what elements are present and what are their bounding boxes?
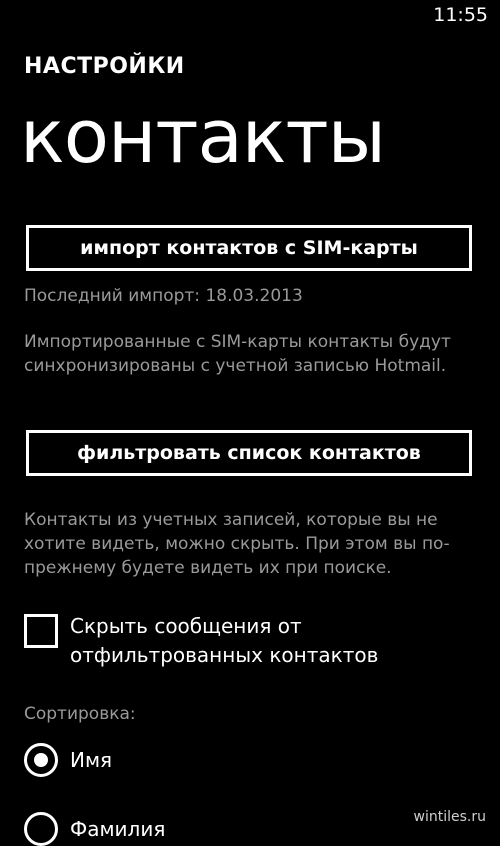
sort-option-first-name[interactable]: Имя [24, 743, 112, 777]
hide-messages-checkbox-row[interactable]: Скрыть сообщения от отфильтрованных конт… [24, 612, 450, 670]
sort-option-first-name-label[interactable]: Имя [70, 748, 112, 772]
sort-option-last-name-label[interactable]: Фамилия [70, 817, 165, 841]
import-sim-contacts-button[interactable]: импорт контактов с SIM-карты [26, 225, 472, 271]
hide-messages-checkbox[interactable] [24, 614, 58, 648]
radio-selected-dot [34, 753, 48, 767]
sort-option-last-name[interactable]: Фамилия [24, 812, 165, 846]
page-title: контакты [20, 94, 386, 180]
radio-button-first-name[interactable] [24, 743, 58, 777]
filter-description: Контакты из учетных записей, которые вы … [24, 510, 450, 578]
last-import-text: Последний импорт: 18.03.2013 [24, 286, 303, 306]
watermark: wintiles.ru [413, 809, 486, 825]
sort-label: Сортировка: [24, 704, 136, 724]
radio-button-last-name[interactable] [24, 812, 58, 846]
status-bar-time: 11:55 [433, 4, 488, 26]
hide-messages-label[interactable]: Скрыть сообщения от отфильтрованных конт… [70, 612, 450, 670]
import-description: Импортированные с SIM-карты контакты буд… [24, 332, 451, 376]
section-title: НАСТРОЙКИ [24, 54, 185, 79]
filter-contacts-button[interactable]: фильтровать список контактов [26, 430, 472, 476]
